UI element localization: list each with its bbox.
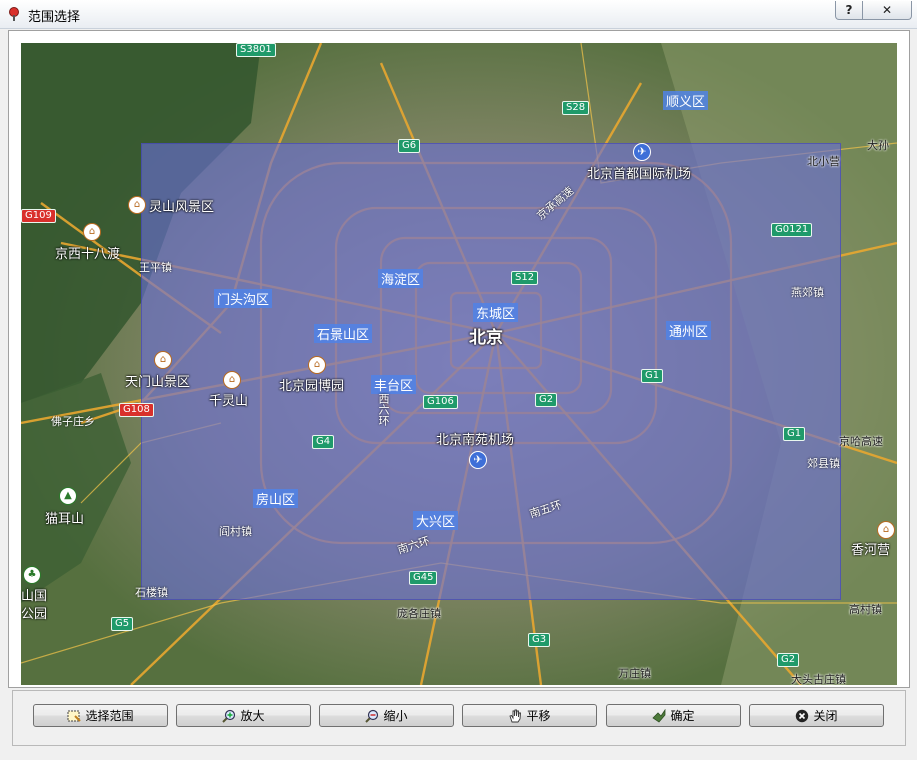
map-label-daxing: 大兴区 xyxy=(413,511,459,530)
window-title: 范围选择 xyxy=(28,10,81,25)
satellite-map[interactable]: 顺义区 ✈ 北京首都国际机场 海淀区 东城区 北京 石景山区 通州区 门头沟区 … xyxy=(21,43,897,685)
confirm-label: 确定 xyxy=(670,709,695,723)
map-label-yuanbo: 北京园博园 xyxy=(279,379,345,394)
hand-icon xyxy=(509,709,522,722)
map-label-beijing: 北京 xyxy=(469,328,503,348)
shield-g2-a: G2 xyxy=(535,393,558,407)
map-label-lingshan: 灵山风景区 xyxy=(149,200,215,215)
select-range-label: 选择范围 xyxy=(85,709,134,723)
map-frame: 顺义区 ✈ 北京首都国际机场 海淀区 东城区 北京 石景山区 通州区 门头沟区 … xyxy=(8,30,910,688)
shield-g4: G4 xyxy=(312,435,335,449)
map-label-gongyuan: 公园 xyxy=(21,607,48,622)
map-label-fangshan: 房山区 xyxy=(253,489,299,508)
select-range-button[interactable]: 选择范围 xyxy=(33,704,168,727)
map-label-fozizhuang: 佛子庄乡 xyxy=(51,415,95,428)
close-label: 关闭 xyxy=(813,709,838,723)
map-label-capital-airport: 北京首都国际机场 xyxy=(587,167,692,182)
pan-button[interactable]: 平移 xyxy=(462,704,597,727)
map-label-dongcheng: 东城区 xyxy=(473,303,519,322)
window-close-button[interactable]: ✕ xyxy=(862,1,912,20)
map-label-haidian: 海淀区 xyxy=(378,269,424,288)
map-label-wangping: 王平镇 xyxy=(139,261,172,274)
shield-g106: G106 xyxy=(423,395,458,409)
map-label-shilou: 石楼镇 xyxy=(135,586,168,599)
shield-g6: G6 xyxy=(398,139,421,153)
shield-g109: G109 xyxy=(21,209,56,223)
zoom-in-label: 放大 xyxy=(240,709,265,723)
shield-s3801: S3801 xyxy=(236,43,276,57)
map-label-tianmenshan: 天门山景区 xyxy=(125,375,191,390)
zoom-out-label: 缩小 xyxy=(383,709,408,723)
map-label-shibadu: 京西十八渡 xyxy=(55,247,121,262)
shield-g3: G3 xyxy=(528,633,551,647)
map-label-shanguo: 山国 xyxy=(21,589,48,604)
airport-icon: ✈ xyxy=(633,143,651,161)
map-label-fengtai: 丰台区 xyxy=(371,375,417,394)
xiangheying-icon: ⌂ xyxy=(877,521,895,539)
confirm-icon xyxy=(652,708,666,723)
help-button[interactable]: ? xyxy=(835,1,863,20)
map-label-pangezhuang: 庞各庄镇 xyxy=(397,607,441,620)
close-button[interactable]: 关闭 xyxy=(749,704,884,727)
confirm-button[interactable]: 确定 xyxy=(606,704,741,727)
nanyuan-airport-icon: ✈ xyxy=(469,451,487,469)
map-label-datou: 大头古庄镇 xyxy=(791,673,846,685)
map-label-jinghaguo: 京哈高速 xyxy=(839,435,883,448)
zoom-out-icon xyxy=(365,709,379,723)
zoom-in-icon xyxy=(222,709,236,723)
shield-g45: G45 xyxy=(409,571,438,585)
shield-g108: G108 xyxy=(119,403,154,417)
close-circle-icon xyxy=(796,709,809,722)
tianmenshan-icon: ⌂ xyxy=(154,351,172,369)
shield-g0121: G0121 xyxy=(771,223,813,237)
map-label-dasun: 大孙 xyxy=(867,139,889,152)
map-label-yanjiao: 燕郊镇 xyxy=(791,286,824,299)
shield-g5: G5 xyxy=(111,617,134,631)
map-label-xiliuhuan: 西六环 xyxy=(377,393,390,426)
map-label-mentougou: 门头沟区 xyxy=(214,289,273,308)
map-label-qianlingshan: 千灵山 xyxy=(209,394,249,409)
map-label-shunyi: 顺义区 xyxy=(663,91,709,110)
map-label-jiaxian: 郊县镇 xyxy=(807,457,840,470)
shield-s12: S12 xyxy=(511,271,539,285)
zoom-out-button[interactable]: 缩小 xyxy=(319,704,454,727)
qianlingshan-icon: ⌂ xyxy=(223,371,241,389)
shield-g1-a: G1 xyxy=(641,369,664,383)
map-label-wanzhuang: 万庄镇 xyxy=(618,667,651,680)
shibadu-icon: ⌂ xyxy=(83,223,101,241)
map-label-yancun: 阎村镇 xyxy=(219,525,252,538)
maoershan-icon: ▲ xyxy=(59,487,77,505)
map-label-shijingshan: 石景山区 xyxy=(314,324,373,343)
title-bar: 范围选择 ? ✕ xyxy=(0,0,917,29)
map-label-tongzhou: 通州区 xyxy=(666,321,712,340)
map-toolbar: 选择范围 放大 缩小 平移 确定 关闭 xyxy=(12,690,906,746)
map-label-xiangheying: 香河营 xyxy=(851,543,891,558)
app-pin-icon xyxy=(9,7,19,21)
map-label-beixiaoying: 北小营 xyxy=(807,155,840,168)
park-icon: ♣ xyxy=(23,566,41,584)
map-label-maoershan: 猫耳山 xyxy=(45,512,85,527)
pan-label: 平移 xyxy=(526,709,551,723)
map-label-gaocun: 高村镇 xyxy=(849,603,882,616)
shield-g2-b: G2 xyxy=(777,653,800,667)
zoom-in-button[interactable]: 放大 xyxy=(176,704,311,727)
shield-g1-b: G1 xyxy=(783,427,806,441)
museum-icon: ⌂ xyxy=(308,356,326,374)
select-range-icon xyxy=(67,710,82,722)
map-label-nanyuan-airport: 北京南苑机场 xyxy=(436,433,515,448)
lingshan-icon: ⌂ xyxy=(128,196,146,214)
shield-s28: S28 xyxy=(562,101,590,115)
